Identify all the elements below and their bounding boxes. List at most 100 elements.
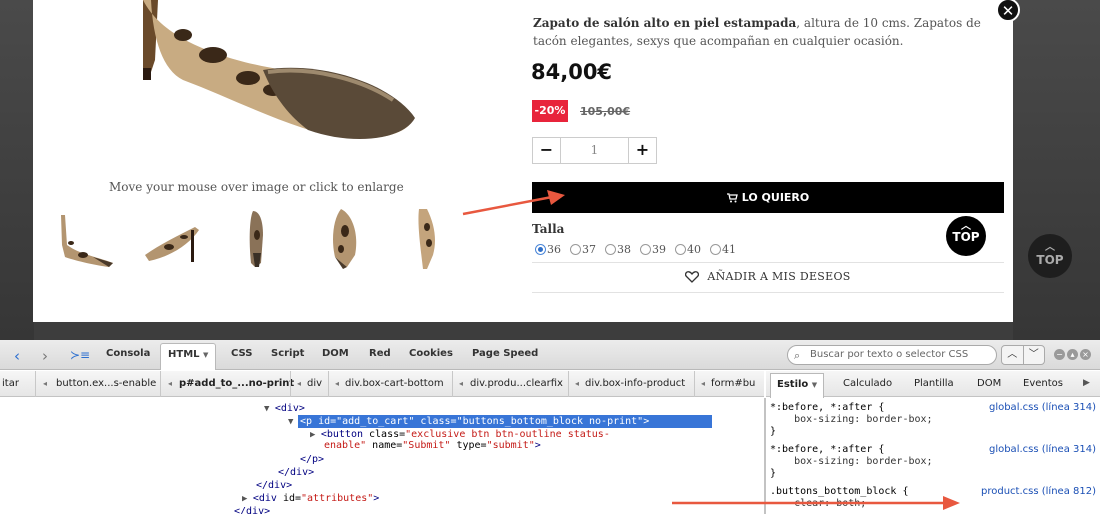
size-option-36[interactable]: 36 (535, 243, 570, 256)
value-text: "submit" (486, 440, 535, 451)
tab-dom[interactable]: DOM (322, 348, 349, 359)
tab-eventos[interactable]: Eventos (1023, 378, 1063, 389)
close-icon[interactable]: × (1080, 349, 1091, 360)
tag-text: </div> (256, 480, 293, 491)
search-navigation: ︿ ﹀ (1001, 345, 1045, 365)
chevron-down-icon[interactable]: ﹀ (1024, 346, 1045, 364)
breadcrumb: itar ◂ button.ex...s-enable ◂ p#add_to_.… (0, 371, 764, 397)
thumbnail-1[interactable] (53, 205, 119, 271)
quantity-input[interactable]: 1 (561, 138, 628, 163)
css-source-link[interactable]: global.css (línea 314) (989, 402, 1096, 413)
css-source-link[interactable]: product.css (línea 812) (981, 486, 1096, 497)
background-top-button[interactable]: ︿ TOP (1028, 234, 1072, 278)
command-line-icon[interactable]: ≻≡ (70, 348, 90, 362)
devtools-search-input[interactable]: ⌕ Buscar por texto o selector CSS (787, 345, 997, 365)
tree-node[interactable]: </div> (278, 466, 314, 479)
breadcrumb-item[interactable]: div (307, 378, 322, 389)
size-option-39[interactable]: 39 (640, 243, 675, 256)
add-to-wishlist-button[interactable]: AÑADIR A MIS DESEOS (532, 270, 1004, 283)
size-label: Talla (532, 222, 565, 236)
size-option-37[interactable]: 37 (570, 243, 605, 256)
size-option-40[interactable]: 40 (675, 243, 710, 256)
size-radio-37[interactable] (570, 244, 581, 255)
tag-text: <div (252, 493, 283, 504)
css-brace: } (770, 468, 777, 479)
dropdown-arrow-icon: ▼ (811, 381, 818, 389)
devtools-toolbar: ‹ › ≻≡ Consola HTML ▼ CSS Script DOM Red… (0, 340, 1100, 370)
play-arrow-icon[interactable]: ▶ (1083, 378, 1090, 388)
discount-badge: -20% (532, 100, 568, 122)
tab-red[interactable]: Red (369, 348, 391, 359)
css-selector: *:before, *:after { (770, 402, 885, 413)
tab-page-speed[interactable]: Page Speed (472, 348, 538, 359)
cart-icon (726, 192, 738, 202)
backdrop-right-strip (1013, 0, 1100, 340)
tab-html-label: HTML (168, 349, 200, 360)
css-rules-panel: *:before, *:after { global.css (línea 31… (766, 398, 1100, 514)
size-radio-41[interactable] (710, 244, 721, 255)
expand-triangle-icon: ▶ (310, 430, 321, 440)
thumbnail-2[interactable] (139, 205, 205, 271)
tab-consola[interactable]: Consola (106, 348, 150, 359)
product-main-image[interactable] (103, 0, 433, 150)
size-radio-38[interactable] (605, 244, 616, 255)
scroll-top-label: TOP (952, 230, 980, 244)
tab-script[interactable]: Script (271, 348, 304, 359)
css-source-link[interactable]: global.css (línea 314) (989, 444, 1096, 455)
quantity-decrease-button[interactable]: − (533, 138, 561, 163)
breadcrumb-item[interactable]: div.box-cart-bottom (345, 378, 444, 389)
breadcrumb-item[interactable]: button.ex...s-enable (56, 378, 156, 389)
thumbnail-3[interactable] (225, 205, 291, 271)
tag-text: > (643, 416, 650, 427)
css-property[interactable]: box-sizing: border-box; (770, 456, 932, 468)
scroll-top-button[interactable]: ︿ TOP (946, 216, 986, 256)
minimize-icon[interactable]: − (1054, 349, 1065, 360)
tab-cookies[interactable]: Cookies (409, 348, 453, 359)
breadcrumb-item[interactable]: form#bu (711, 378, 755, 389)
forward-arrow-icon[interactable]: › (42, 347, 48, 365)
product-quickview-modal: Move your mouse over image or click to e… (33, 0, 1013, 322)
quantity-increase-button[interactable]: + (628, 138, 656, 163)
breadcrumb-item[interactable]: div.box-info-product (585, 378, 685, 389)
value-text: "add_to_cart" (336, 416, 415, 427)
tab-plantilla[interactable]: Plantilla (914, 378, 954, 389)
divider (532, 262, 1004, 263)
divider (452, 371, 453, 397)
size-option-38[interactable]: 38 (605, 243, 640, 256)
value-text: "attributes" (301, 493, 374, 504)
tab-estilo[interactable]: Estilo ▼ (770, 373, 825, 398)
tree-node[interactable]: ▶ <div id="attributes"> (242, 492, 379, 506)
tree-node[interactable]: ▼ <div> (264, 402, 305, 416)
tab-css[interactable]: CSS (231, 348, 252, 359)
chevron-left-icon: ◂ (168, 379, 173, 388)
divider (160, 371, 161, 397)
breadcrumb-item[interactable]: div.produ...clearfix (470, 378, 563, 389)
size-radio-40[interactable] (675, 244, 686, 255)
tab-calculado[interactable]: Calculado (843, 378, 892, 389)
css-property[interactable]: clear: both; (770, 498, 866, 510)
css-property[interactable]: box-sizing: border-box; (770, 414, 932, 426)
breadcrumb-item-current[interactable]: p#add_to_...no-print (179, 378, 294, 389)
tab-html[interactable]: HTML ▼ (160, 343, 217, 370)
size-radio-39[interactable] (640, 244, 651, 255)
tab-dom-side[interactable]: DOM (977, 378, 1001, 389)
thumbnail-4[interactable] (311, 205, 377, 271)
tree-node-selected[interactable]: <p id="add_to_cart" class="buttons_botto… (298, 415, 712, 428)
divider (290, 371, 291, 397)
tree-node[interactable]: </div> (234, 505, 270, 514)
detach-icon[interactable]: ▴ (1067, 349, 1078, 360)
chevron-up-icon[interactable]: ︿ (1002, 346, 1024, 364)
add-to-cart-button[interactable]: LO QUIERO (532, 182, 1004, 213)
chevron-left-icon: ◂ (43, 379, 48, 388)
size-option-41[interactable]: 41 (710, 243, 745, 256)
tree-node[interactable]: </div> (256, 479, 292, 492)
chevron-left-icon: ◂ (459, 379, 464, 388)
size-radio-36[interactable] (535, 244, 546, 255)
thumbnail-5[interactable] (397, 205, 463, 271)
size-option-label: 41 (722, 243, 736, 256)
back-arrow-icon[interactable]: ‹ (14, 347, 20, 365)
add-to-cart-label: LO QUIERO (741, 191, 810, 204)
tree-node[interactable]: </p> (300, 453, 324, 466)
breadcrumb-item[interactable]: itar (2, 378, 19, 389)
value-text: enable" (324, 440, 367, 451)
